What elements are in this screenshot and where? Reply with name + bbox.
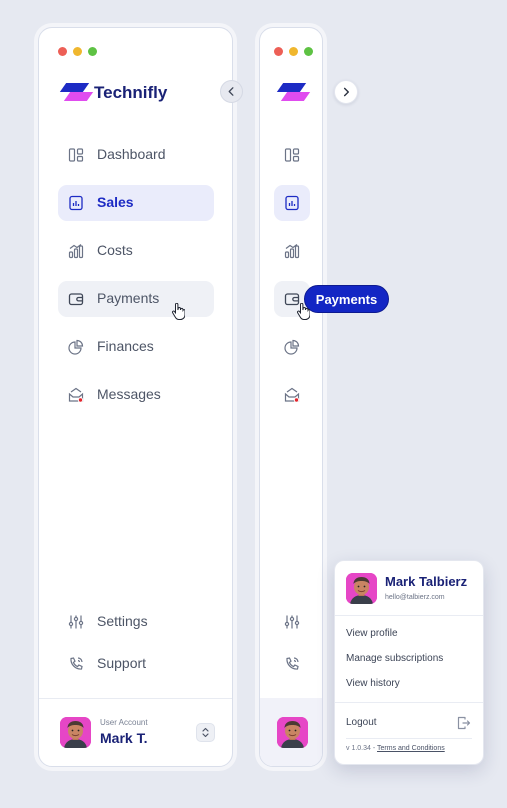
menu-divider	[335, 702, 483, 703]
sliders-icon	[68, 614, 84, 630]
version-text: v 1.0.34 - Terms and Conditions	[346, 745, 445, 752]
menu-divider	[335, 615, 483, 616]
sales-icon	[284, 195, 300, 211]
close-dot[interactable]	[58, 47, 67, 56]
sidebar-item-messages[interactable]: Messages	[58, 377, 214, 413]
sliders-icon	[284, 614, 300, 630]
sidebar-item-settings[interactable]: Settings	[58, 604, 214, 640]
sidebar-item-sales[interactable]: Sales	[58, 185, 214, 221]
profile-menu: Mark Talbierz hello@talbierz.com View pr…	[334, 560, 484, 765]
technifly-logo-icon	[275, 81, 311, 103]
view-history-link[interactable]: View history	[346, 678, 400, 689]
hand-cursor-icon	[296, 303, 310, 321]
account-switch-button[interactable]	[196, 723, 215, 742]
profile-email: hello@talbierz.com	[385, 594, 445, 601]
minimize-dot[interactable]	[289, 47, 298, 56]
sidebar-item-messages[interactable]	[274, 377, 310, 413]
view-profile-link[interactable]: View profile	[346, 628, 398, 639]
sidebar-item-label: Dashboard	[97, 146, 166, 162]
manage-subscriptions-link[interactable]: Manage subscriptions	[346, 653, 443, 664]
technifly-logo-icon	[58, 81, 94, 103]
maximize-dot[interactable]	[88, 47, 97, 56]
chevron-right-icon	[343, 87, 349, 97]
window-controls	[58, 47, 97, 56]
sidebar-item-label: Payments	[97, 290, 160, 306]
sidebar-item-label: Support	[97, 655, 147, 671]
close-dot[interactable]	[274, 47, 283, 56]
sidebar-expanded: Technifly Dashboard Sales Costs Payments…	[38, 27, 233, 767]
sidebar-item-dashboard[interactable]	[274, 137, 310, 173]
sidebar-item-support[interactable]: Support	[58, 646, 214, 682]
sidebar-item-payments[interactable]: Payments	[58, 281, 214, 317]
pie-chart-icon	[68, 339, 84, 355]
sidebar-item-costs[interactable]	[274, 233, 310, 269]
sidebar-collapsed	[259, 27, 323, 767]
dashboard-icon	[68, 147, 84, 163]
version-label: v 1.0.34 -	[346, 745, 376, 752]
payments-tooltip: Payments	[304, 285, 389, 313]
chevron-up-down-icon	[202, 727, 209, 738]
maximize-dot[interactable]	[304, 47, 313, 56]
collapse-sidebar-button[interactable]	[220, 80, 243, 103]
sidebar-item-label: Costs	[97, 242, 133, 258]
sidebar-item-finances[interactable]	[274, 329, 310, 365]
bar-chart-icon	[68, 243, 84, 259]
logout-icon[interactable]	[455, 715, 471, 731]
account-name: Mark T.	[100, 730, 148, 746]
avatar[interactable]	[277, 717, 308, 748]
sales-icon	[68, 195, 84, 211]
pie-chart-icon	[284, 339, 300, 355]
sidebar-item-label: Sales	[97, 194, 134, 210]
sidebar-item-dashboard[interactable]: Dashboard	[58, 137, 214, 173]
phone-icon	[284, 656, 300, 672]
sidebar-item-costs[interactable]: Costs	[58, 233, 214, 269]
terms-link[interactable]: Terms and Conditions	[377, 745, 445, 752]
chevron-left-icon	[228, 87, 234, 96]
profile-name: Mark Talbierz	[385, 574, 468, 589]
menu-divider	[346, 738, 472, 739]
minimize-dot[interactable]	[73, 47, 82, 56]
dashboard-icon	[284, 147, 300, 163]
sidebar-item-settings[interactable]	[274, 604, 310, 640]
sidebar-item-finances[interactable]: Finances	[58, 329, 214, 365]
avatar[interactable]	[60, 717, 91, 748]
sidebar-item-label: Settings	[97, 613, 148, 629]
avatar	[346, 573, 377, 604]
sidebar-item-support[interactable]	[274, 646, 310, 682]
bar-chart-icon	[284, 243, 300, 259]
footer-divider	[39, 698, 232, 699]
phone-icon	[68, 656, 84, 672]
inbox-icon	[284, 387, 300, 403]
hand-cursor-icon	[171, 303, 185, 321]
brand-name: Technifly	[94, 83, 168, 102]
inbox-icon	[68, 387, 84, 403]
expand-sidebar-button[interactable]	[334, 80, 358, 104]
logout-button[interactable]: Logout	[346, 717, 377, 728]
sidebar-item-label: Finances	[97, 338, 154, 354]
window-controls	[274, 47, 313, 56]
sidebar-item-label: Messages	[97, 386, 161, 402]
sidebar-item-sales[interactable]	[274, 185, 310, 221]
wallet-icon	[68, 291, 84, 307]
account-caption: User Account	[100, 718, 148, 727]
